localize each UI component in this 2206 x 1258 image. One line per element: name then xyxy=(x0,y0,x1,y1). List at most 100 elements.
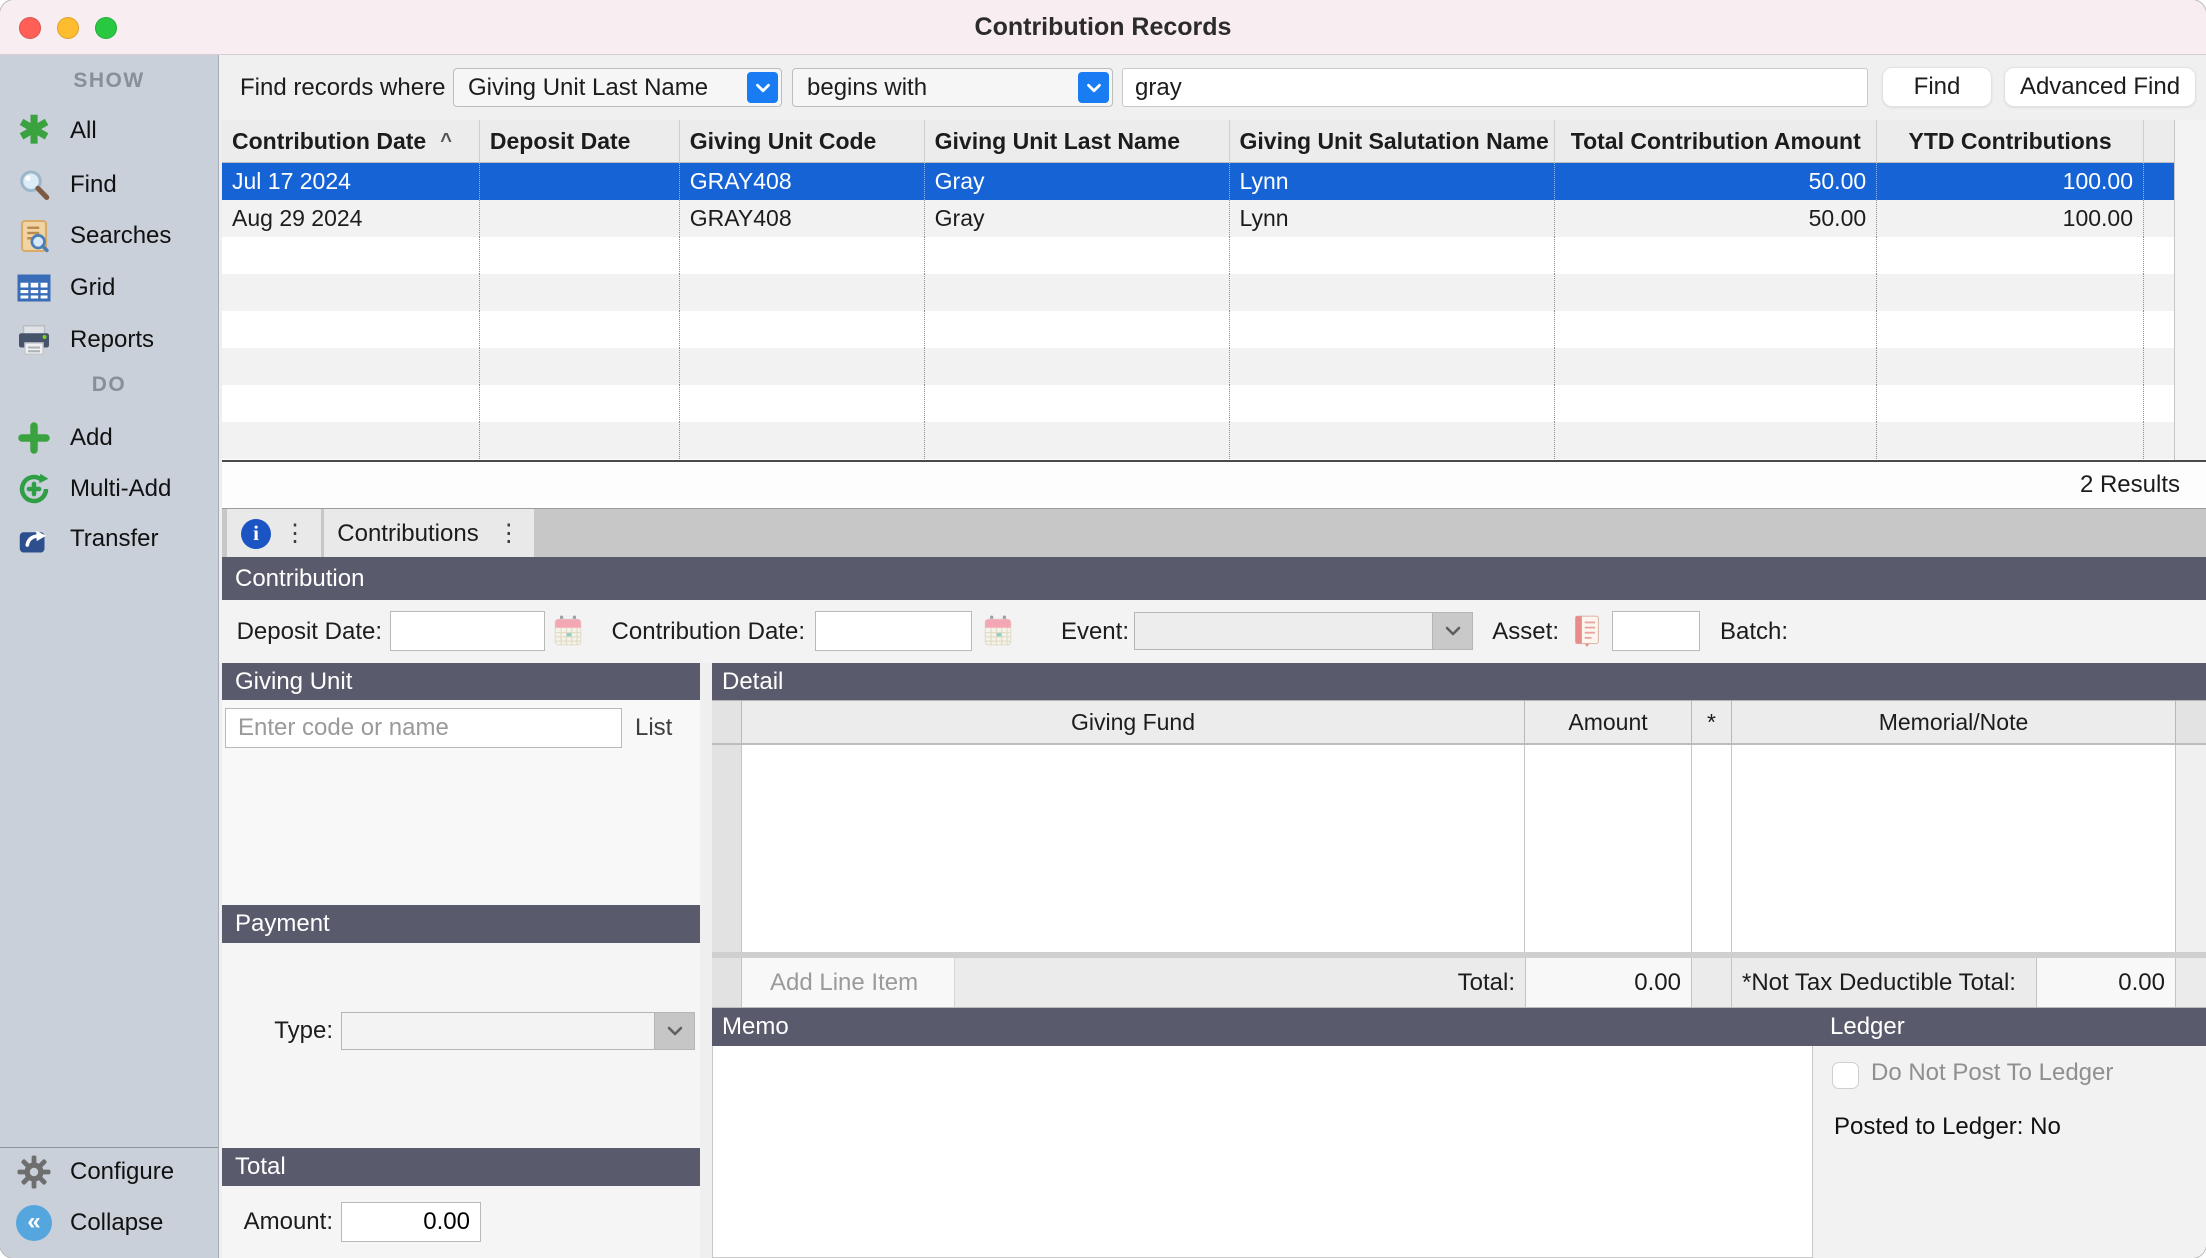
payment-type-dropdown[interactable] xyxy=(341,1012,695,1050)
total-amount-label: Amount: xyxy=(222,1202,333,1242)
chevron-down-icon[interactable] xyxy=(747,72,778,103)
table-row-empty xyxy=(222,422,2174,459)
search-field-dropdown[interactable]: Giving Unit Last Name xyxy=(453,68,782,107)
window-title: Contribution Records xyxy=(0,0,2206,55)
sidebar-item-reports[interactable]: Reports xyxy=(0,318,218,362)
detail-header-spacer xyxy=(2176,701,2206,743)
table-row[interactable]: Aug 29 2024 GRAY408 Gray Lynn 50.00 100.… xyxy=(222,200,2174,237)
chevron-down-icon[interactable] xyxy=(1078,72,1109,103)
column-header-giving-unit-last-name[interactable]: Giving Unit Last Name xyxy=(925,120,1230,162)
results-table: Contribution Date ^ Deposit Date Giving … xyxy=(222,120,2206,462)
column-header-deposit-date[interactable]: Deposit Date xyxy=(480,120,680,162)
add-line-item-button[interactable]: Add Line Item xyxy=(742,958,955,1007)
find-button[interactable]: Find xyxy=(1882,67,1992,107)
detail-column-giving-fund: Giving Fund xyxy=(742,701,1525,743)
detail-grid-footer: Add Line Item Total: 0.00 *Not Tax Deduc… xyxy=(712,958,2206,1008)
sidebar-item-add[interactable]: Add xyxy=(0,416,218,460)
list-button[interactable]: List xyxy=(635,708,672,748)
sidebar-item-multi-add[interactable]: Multi-Add xyxy=(0,467,218,511)
info-icon: i xyxy=(241,519,271,549)
overflow-menu-icon[interactable]: ⋮ xyxy=(283,522,307,546)
tab-contributions[interactable]: Contributions ⋮ xyxy=(324,509,534,558)
overflow-menu-icon[interactable]: ⋮ xyxy=(497,522,521,546)
asset-input[interactable] xyxy=(1612,611,1700,651)
multi-add-icon xyxy=(14,469,54,509)
sidebar-item-grid[interactable]: Grid xyxy=(0,266,218,310)
column-header-spacer xyxy=(2144,120,2174,162)
sidebar-item-find[interactable]: Find xyxy=(0,163,218,207)
deposit-date-input[interactable] xyxy=(390,611,545,651)
detail-column-memorial-note: Memorial/Note xyxy=(1732,701,2176,743)
payment-section-header: Payment xyxy=(222,905,700,943)
contribution-section-header: Contribution xyxy=(222,557,2206,600)
advanced-find-button[interactable]: Advanced Find xyxy=(2004,67,2196,107)
event-dropdown[interactable] xyxy=(1134,612,1473,650)
table-row-selected[interactable]: Jul 17 2024 GRAY408 Gray Lynn 50.00 100.… xyxy=(222,163,2174,200)
sidebar-do-header: DO xyxy=(0,373,218,397)
do-not-post-checkbox[interactable] xyxy=(1832,1062,1859,1089)
transfer-icon xyxy=(14,519,54,559)
find-records-where-label: Find records where xyxy=(240,55,445,120)
table-row-empty xyxy=(222,348,2174,385)
table-row-empty xyxy=(222,237,2174,274)
results-count: 2 Results xyxy=(2080,462,2180,508)
detail-total-value: 0.00 xyxy=(1525,958,1692,1007)
sidebar-item-transfer[interactable]: Transfer xyxy=(0,517,218,561)
column-header-contribution-date[interactable]: Contribution Date ^ xyxy=(222,120,480,162)
asset-label: Asset: xyxy=(1489,600,1559,663)
giving-unit-code-input[interactable] xyxy=(225,708,622,748)
total-section-header: Total xyxy=(222,1148,700,1186)
gear-icon xyxy=(14,1152,54,1192)
table-row-empty xyxy=(222,311,2174,348)
total-amount-input[interactable] xyxy=(341,1202,481,1242)
column-header-giving-unit-salutation-name[interactable]: Giving Unit Salutation Name xyxy=(1230,120,1556,162)
info-tab[interactable]: i ⋮ xyxy=(227,509,321,558)
amount-cell[interactable] xyxy=(1525,745,1692,952)
detail-column-not-deductible-flag: * xyxy=(1692,701,1732,743)
do-not-post-label: Do Not Post To Ledger xyxy=(1871,1059,2113,1087)
sidebar-show-header: SHOW xyxy=(0,69,218,93)
contribution-date-input[interactable] xyxy=(815,611,972,651)
chevron-down-icon[interactable] xyxy=(1432,613,1472,649)
vertical-scrollbar[interactable] xyxy=(2174,120,2206,460)
plus-icon xyxy=(14,418,54,458)
search-query-input[interactable] xyxy=(1122,68,1868,107)
batch-label: Batch: xyxy=(1720,600,1840,663)
not-tax-deductible-total-label: *Not Tax Deductible Total: xyxy=(1732,958,2036,1007)
giving-unit-panel: List xyxy=(222,700,700,905)
detail-scroll-strip xyxy=(2176,745,2206,952)
detail-grid-body[interactable] xyxy=(712,745,2206,952)
titlebar: Contribution Records xyxy=(0,0,2206,55)
contribution-date-label: Contribution Date: xyxy=(579,600,805,663)
payment-panel: Type: xyxy=(222,943,700,1148)
column-header-ytd-contributions[interactable]: YTD Contributions xyxy=(1877,120,2144,162)
posted-to-ledger-status: Posted to Ledger: No xyxy=(1834,1113,2061,1141)
main-area: Find records where Giving Unit Last Name… xyxy=(219,55,2206,1258)
event-label: Event: xyxy=(1039,600,1129,663)
detail-section-header: Detail xyxy=(712,663,2206,700)
printer-icon xyxy=(14,320,54,360)
detail-total-label: Total: xyxy=(955,958,1525,1007)
not-deductible-flag-cell[interactable] xyxy=(1692,745,1732,952)
detail-row-handle-header xyxy=(712,701,742,743)
column-header-total-contribution-amount[interactable]: Total Contribution Amount xyxy=(1555,120,1877,162)
column-header-giving-unit-code[interactable]: Giving Unit Code xyxy=(680,120,925,162)
sidebar-item-all[interactable]: ✱ All xyxy=(0,109,218,153)
search-operator-dropdown[interactable]: begins with xyxy=(792,68,1113,107)
ledger-panel: Do Not Post To Ledger Posted to Ledger: … xyxy=(1813,1046,2206,1258)
asset-lookup-icon[interactable] xyxy=(1572,613,1602,649)
asterisk-icon: ✱ xyxy=(14,111,54,151)
not-tax-deductible-total-value: 0.00 xyxy=(2036,958,2176,1007)
sidebar-item-collapse[interactable]: « Collapse xyxy=(0,1201,218,1245)
detail-column-amount: Amount xyxy=(1525,701,1692,743)
giving-fund-cell[interactable] xyxy=(742,745,1525,952)
saved-search-icon-item[interactable]: Searches xyxy=(0,214,218,258)
contribution-form-row: Deposit Date: Contribution Date: Event: … xyxy=(219,600,2206,663)
memorial-note-cell[interactable] xyxy=(1732,745,2176,952)
memo-textarea[interactable] xyxy=(712,1046,1813,1258)
results-band: 2 Results xyxy=(222,462,2206,508)
sidebar-item-configure[interactable]: Configure xyxy=(0,1150,218,1194)
calendar-icon[interactable] xyxy=(983,613,1013,649)
chevron-down-icon[interactable] xyxy=(654,1013,694,1049)
table-row-empty xyxy=(222,385,2174,422)
